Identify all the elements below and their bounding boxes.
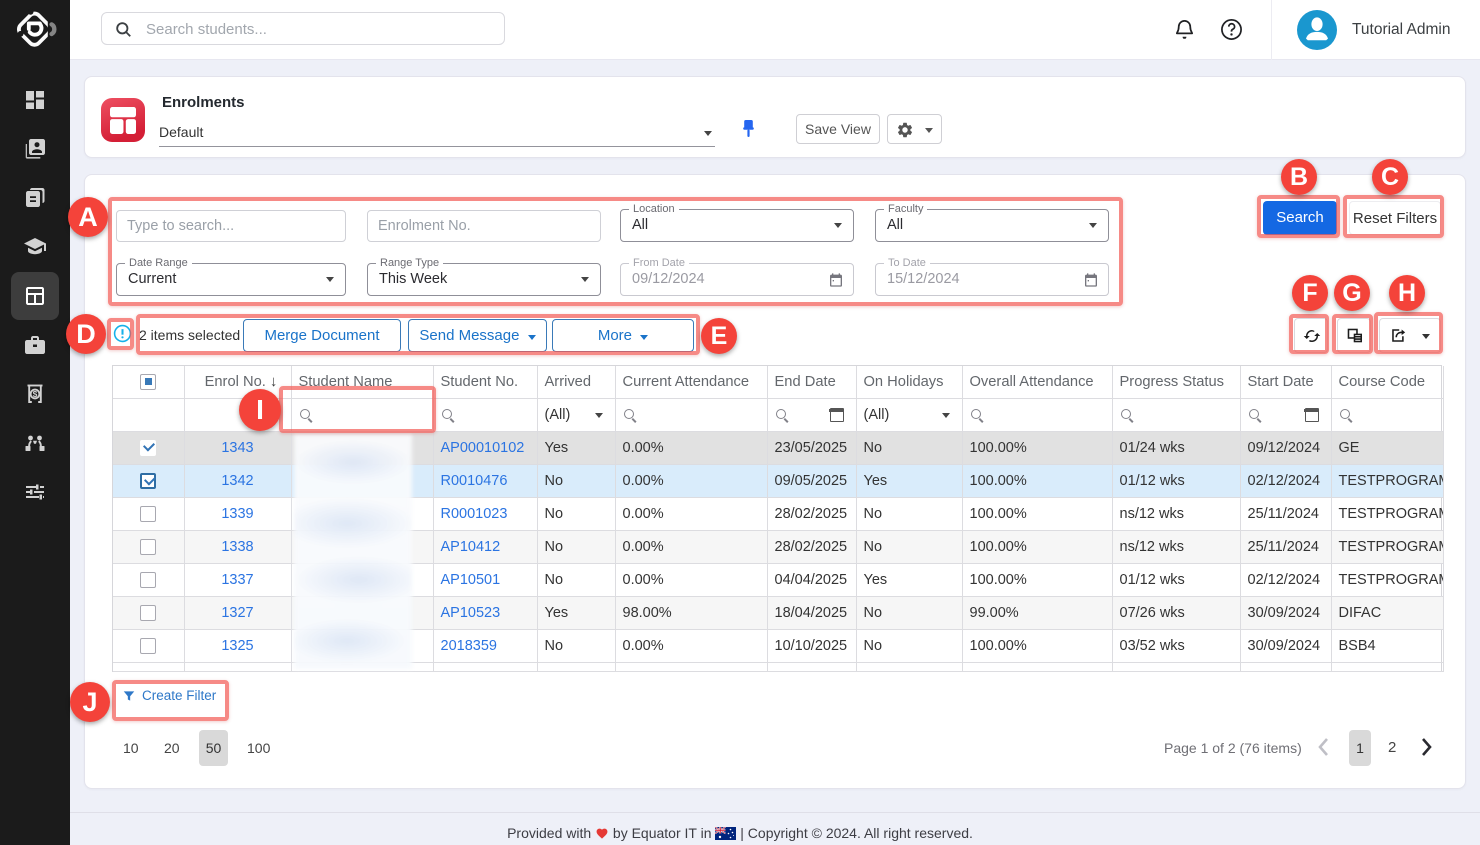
svg-text:$: $ [33, 389, 38, 399]
